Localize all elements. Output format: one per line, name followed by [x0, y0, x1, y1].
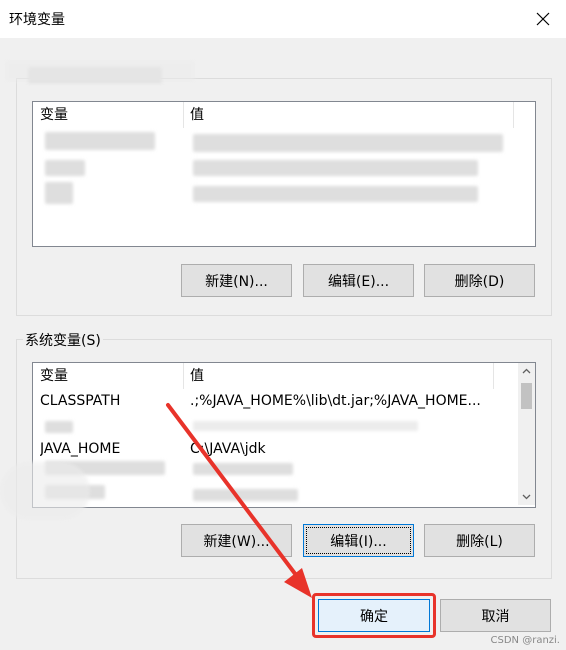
scroll-thumb[interactable]	[521, 383, 532, 409]
table-row-value[interactable]: C:\JAVA\jdk	[190, 441, 266, 457]
focus-ring	[306, 527, 411, 554]
table-row-value[interactable]: .;%JAVA_HOME%\lib\dt.jar;%JAVA_HOME...	[190, 393, 508, 409]
column-separator[interactable]	[513, 102, 514, 128]
redacted-row[interactable]	[193, 186, 478, 202]
user-delete-button[interactable]: 删除(D)	[424, 264, 535, 297]
redacted-row[interactable]	[45, 132, 155, 150]
redacted-row[interactable]	[193, 134, 503, 152]
redacted-row[interactable]	[193, 489, 298, 501]
system-variables-label: 系统变量(S)	[23, 330, 103, 350]
column-separator[interactable]	[183, 363, 184, 389]
redacted-row[interactable]	[45, 421, 73, 433]
redacted-row[interactable]	[45, 160, 85, 176]
cancel-button[interactable]: 取消	[440, 599, 551, 632]
column-separator[interactable]	[183, 102, 184, 128]
user-variables-list[interactable]: 变量 值	[32, 101, 536, 247]
title-bar: 环境变量	[0, 0, 566, 38]
scroll-down-icon[interactable]	[518, 488, 535, 505]
column-header-variable[interactable]: 变量	[40, 102, 68, 128]
column-separator[interactable]	[493, 363, 494, 389]
redacted-row[interactable]	[193, 160, 478, 176]
system-new-button[interactable]: 新建(W)...	[181, 524, 292, 557]
close-icon	[536, 12, 550, 26]
redaction-smudge	[0, 462, 90, 520]
redacted-row[interactable]	[193, 463, 293, 475]
close-button[interactable]	[520, 0, 566, 38]
user-new-button[interactable]: 新建(N)...	[181, 264, 292, 297]
redacted-row[interactable]	[193, 421, 418, 431]
table-row-name[interactable]: CLASSPATH	[40, 393, 120, 409]
user-edit-button[interactable]: 编辑(E)...	[303, 264, 414, 297]
scroll-up-icon[interactable]	[518, 363, 535, 380]
system-variables-list[interactable]: 变量 值 CLASSPATH .;%JAVA_HOME%\lib\dt.jar;…	[32, 362, 536, 508]
annotation-highlight-box	[312, 593, 436, 638]
vertical-scrollbar[interactable]	[518, 363, 535, 505]
column-header-value[interactable]: 值	[190, 363, 204, 389]
table-row-name[interactable]: JAVA_HOME	[40, 441, 120, 457]
column-header-variable[interactable]: 变量	[40, 363, 68, 389]
redaction-smudge	[5, 60, 195, 82]
column-header-value[interactable]: 值	[190, 102, 204, 128]
system-delete-button[interactable]: 删除(L)	[424, 524, 535, 557]
window-title: 环境变量	[9, 12, 65, 28]
redacted-row[interactable]	[45, 182, 73, 204]
system-edit-button[interactable]: 编辑(I)...	[303, 524, 414, 557]
watermark: CSDN @ranzi.	[490, 635, 560, 646]
